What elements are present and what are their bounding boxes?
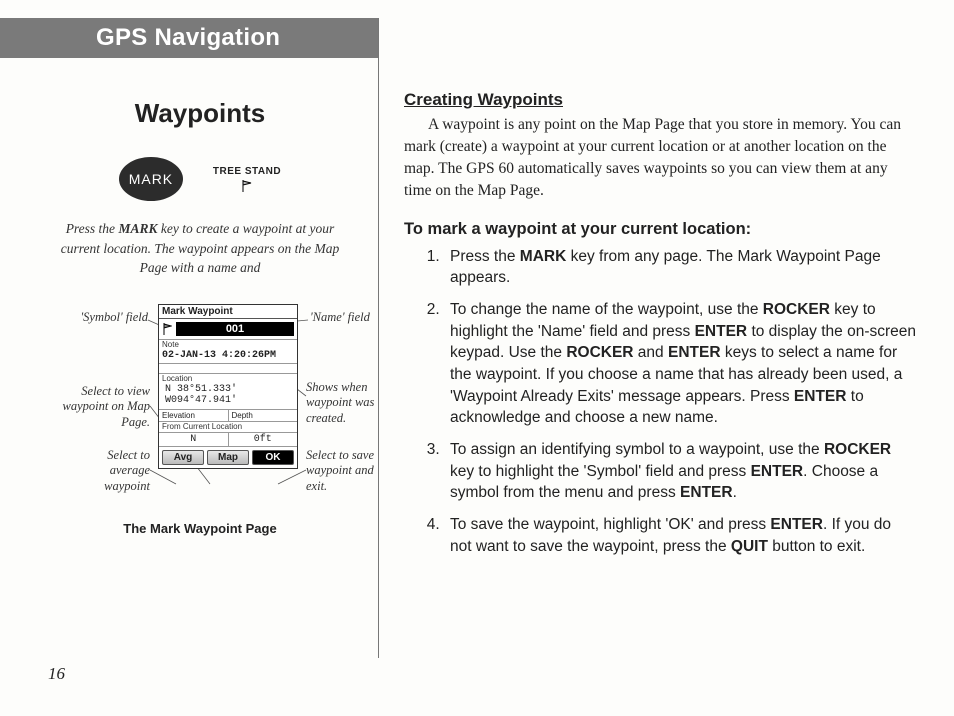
anno-avg: Select to average waypoint (64, 448, 150, 495)
device-diagram: 'Symbol' field Select to view waypoint o… (40, 304, 360, 510)
name-row: 001 (159, 319, 297, 340)
bearing: N (159, 433, 229, 446)
dist: 0ft (229, 433, 298, 446)
note-area (159, 364, 297, 374)
dist-row: N 0ft (159, 433, 297, 447)
tree-stand-label: TREE STAND (213, 166, 281, 177)
elev-depth-row: Elevation Depth (159, 410, 297, 422)
anno-view: Select to view waypoint on Map Page. (52, 384, 150, 431)
right-column: Creating Waypoints A waypoint is any poi… (404, 88, 916, 567)
button-row: Avg Map OK (159, 447, 297, 468)
anno-name: 'Name' field (310, 310, 370, 326)
diagram-caption: The Mark Waypoint Page (40, 521, 360, 536)
subheading: To mark a waypoint at your current locat… (404, 218, 916, 241)
location-field: N 38°51.333' W094°47.941' (159, 383, 297, 410)
page-number: 16 (48, 664, 65, 684)
avg-button: Avg (162, 450, 204, 465)
steps-list: Press the MARK key from any page. The Ma… (404, 246, 916, 558)
date-field: 02-JAN-13 4:20:26PM (159, 349, 297, 364)
flag-icon (240, 179, 254, 193)
anno-shows: Shows when waypoint was created. (306, 380, 396, 427)
column-divider (378, 18, 379, 658)
step-3: To assign an identifying symbol to a way… (444, 439, 916, 504)
waypoint-flag-icon (162, 323, 172, 335)
mark-key-label: MARK (129, 171, 173, 187)
section-title: Waypoints (40, 98, 360, 129)
intro-paragraph: A waypoint is any point on the Map Page … (404, 114, 916, 202)
mark-row: MARK TREE STAND (40, 157, 360, 201)
location-label: Location (159, 374, 297, 383)
lon: W094°47.941' (165, 395, 294, 406)
depth-label: Depth (229, 410, 298, 421)
step-2: To change the name of the waypoint, use … (444, 299, 916, 429)
chapter-header: GPS Navigation (0, 18, 378, 58)
lat: N 38°51.333' (165, 384, 294, 395)
note-label: Note (159, 340, 297, 349)
name-field: 001 (176, 322, 294, 336)
map-button: Map (207, 450, 249, 465)
mark-caption: Press the MARK key to create a waypoint … (56, 219, 344, 278)
step-1: Press the MARK key from any page. The Ma… (444, 246, 916, 289)
left-column: Waypoints MARK TREE STAND Press the MARK… (40, 98, 360, 510)
anno-save: Select to save waypoint and exit. (306, 448, 396, 495)
ok-button: OK (252, 450, 294, 465)
from-label: From Current Location (159, 422, 297, 433)
elev-label: Elevation (159, 410, 229, 421)
tree-stand-sample: TREE STAND (213, 166, 281, 193)
anno-symbol: 'Symbol' field (68, 310, 148, 326)
chapter-title: GPS Navigation (96, 24, 280, 52)
mark-key-icon: MARK (119, 157, 183, 201)
device-screen: Mark Waypoint 001 Note 02-JAN-13 4:20:26… (158, 304, 298, 469)
step-4: To save the waypoint, highlight 'OK' and… (444, 514, 916, 557)
screen-title: Mark Waypoint (159, 305, 297, 319)
section-heading: Creating Waypoints (404, 88, 916, 112)
